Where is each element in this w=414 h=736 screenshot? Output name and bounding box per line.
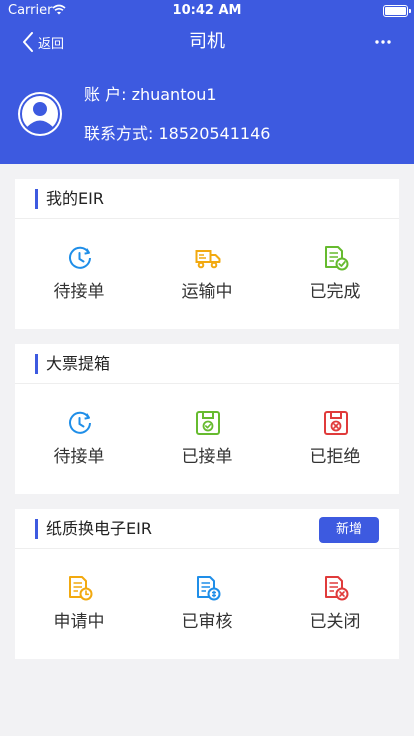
battery-icon — [383, 5, 411, 17]
section-my-eir: 我的EIR 待接单 运输中 已完成 — [15, 179, 399, 329]
section-accent-bar — [35, 519, 38, 539]
tile-label: 待接单 — [53, 447, 105, 467]
section-accent-bar — [35, 189, 38, 209]
tile-pending-order[interactable]: 待接单 — [29, 245, 129, 309]
tile-label: 申请中 — [53, 612, 105, 632]
tile-label: 已拒绝 — [309, 447, 361, 467]
section-title: 大票提箱 — [46, 354, 111, 373]
tile-applying[interactable]: 申请中 — [29, 575, 129, 639]
status-bar: Carrier 10:42 AM — [0, 0, 414, 22]
tile-rejected[interactable]: 已拒绝 — [285, 410, 385, 474]
box-reject-icon — [324, 411, 348, 435]
tile-label: 已完成 — [309, 282, 361, 302]
contact-text: 联系方式: 18520541146 — [84, 124, 271, 143]
section-title: 纸质换电子EIR — [46, 519, 152, 538]
page-title: 司机 — [189, 31, 225, 52]
section-accent-bar — [35, 354, 38, 374]
section-bulk-pickup: 大票提箱 待接单 已接单 已拒绝 — [15, 344, 399, 494]
tile-reviewed[interactable]: 已审核 — [157, 575, 257, 639]
more-icon[interactable] — [374, 36, 392, 48]
section-header: 大票提箱 — [15, 344, 399, 384]
section-title: 我的EIR — [46, 189, 104, 208]
tile-label: 已接单 — [181, 447, 233, 467]
truck-icon — [195, 250, 221, 269]
avatar — [18, 92, 62, 136]
tile-pending-order[interactable]: 待接单 — [29, 410, 129, 474]
add-button[interactable]: 新增 — [319, 517, 379, 543]
clock-icon — [69, 246, 91, 269]
clock-icon — [69, 411, 91, 434]
document-reviewed-icon — [197, 576, 221, 601]
tile-label: 待接单 — [53, 282, 105, 302]
user-icon — [20, 94, 60, 134]
section-header: 我的EIR — [15, 179, 399, 219]
tile-completed[interactable]: 已完成 — [285, 245, 385, 309]
tile-accepted[interactable]: 已接单 — [157, 410, 257, 474]
account-text: 账 户: zhuantou1 — [84, 85, 217, 104]
box-check-icon — [196, 411, 220, 435]
document-closed-icon — [325, 576, 349, 601]
tile-label: 已关闭 — [309, 612, 361, 632]
tile-closed[interactable]: 已关闭 — [285, 575, 385, 639]
header: Carrier 10:42 AM 返回 司机 账 户: zhuantou1 联系… — [0, 0, 414, 164]
document-pending-icon — [69, 576, 93, 601]
tile-label: 已审核 — [181, 612, 233, 632]
section-paper-to-electronic-eir: 纸质换电子EIR 新增 申请中 已审核 已关闭 — [15, 509, 399, 659]
tile-label: 运输中 — [181, 282, 233, 302]
section-header: 纸质换电子EIR 新增 — [15, 509, 399, 549]
tile-in-transit[interactable]: 运输中 — [157, 245, 257, 309]
status-time: 10:42 AM — [172, 3, 242, 18]
document-check-icon — [325, 246, 349, 271]
